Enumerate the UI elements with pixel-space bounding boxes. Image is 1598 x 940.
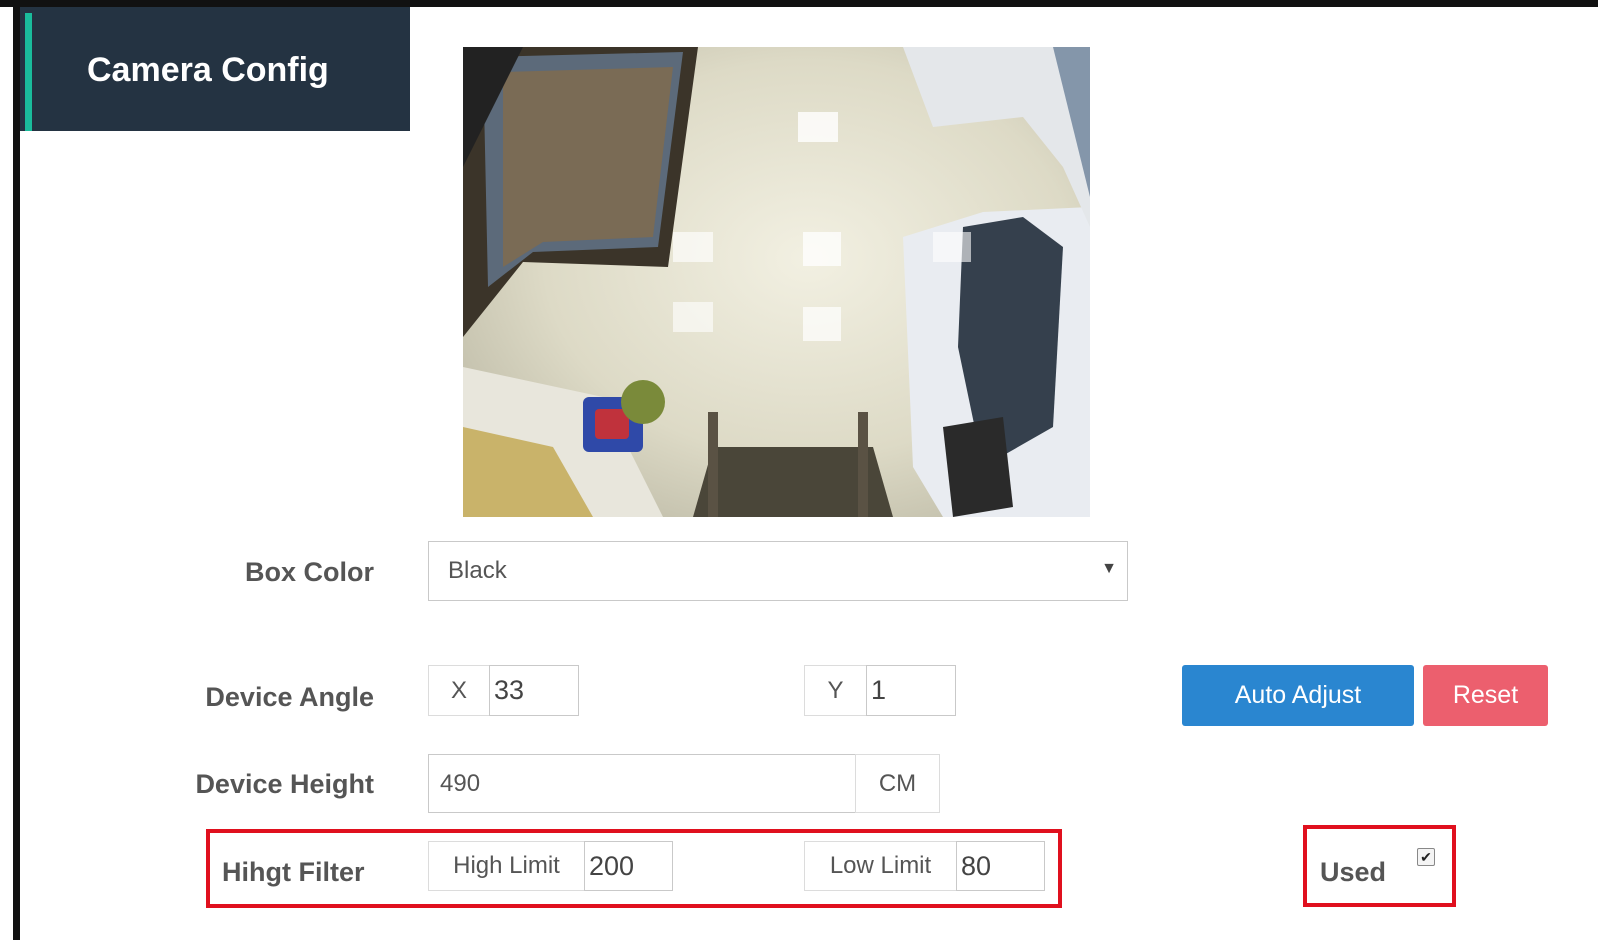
header-accent-bar — [25, 13, 32, 131]
device-height-label: Device Height — [195, 769, 374, 799]
chevron-down-icon: ▼ — [1101, 560, 1117, 577]
auto-adjust-button[interactable]: Auto Adjust — [1182, 665, 1414, 726]
box-color-label: Box Color — [244, 557, 374, 587]
high-limit-addon: High Limit — [428, 841, 585, 891]
angle-y-addon: Y — [804, 665, 867, 716]
low-limit-input[interactable]: 80 — [956, 841, 1045, 891]
angle-x-addon: X — [428, 665, 490, 716]
page-header: Camera Config — [20, 7, 410, 131]
high-limit-input[interactable]: 200 — [584, 841, 673, 891]
checkmark-icon: ✔ — [1420, 848, 1432, 865]
angle-y-input[interactable]: 1 — [866, 665, 956, 716]
low-limit-addon: Low Limit — [804, 841, 957, 891]
camera-preview — [463, 47, 1090, 517]
box-color-value: Black — [448, 557, 507, 584]
box-color-select[interactable]: Black ▼ — [428, 541, 1128, 601]
height-filter-label: Hihgt Filter — [222, 857, 365, 887]
used-label: Used — [1320, 857, 1387, 887]
reset-button[interactable]: Reset — [1423, 665, 1548, 726]
device-height-input[interactable]: 490 — [428, 754, 856, 813]
window-frame-top — [0, 0, 1598, 7]
used-checkbox[interactable]: ✔ — [1417, 848, 1435, 866]
camera-image — [463, 47, 1090, 517]
window-frame-left — [13, 0, 20, 940]
device-angle-label: Device Angle — [205, 682, 374, 712]
page-title: Camera Config — [87, 51, 329, 89]
device-height-unit: CM — [855, 754, 940, 813]
angle-x-input[interactable]: 33 — [489, 665, 579, 716]
